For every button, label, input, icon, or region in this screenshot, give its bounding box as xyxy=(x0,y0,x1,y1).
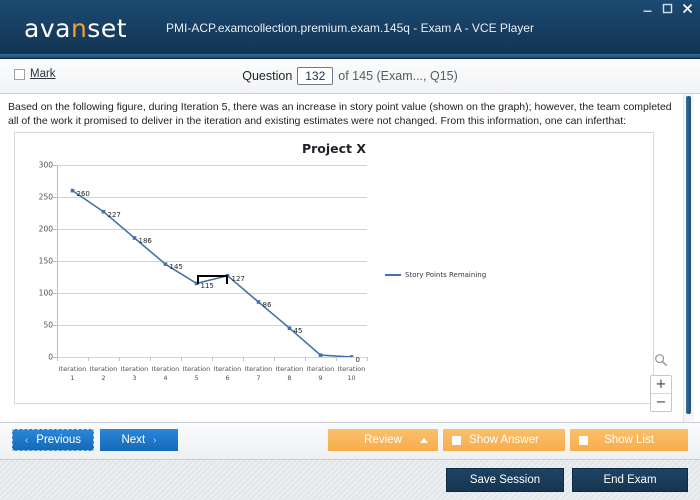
footer-bar: Save Session End Exam xyxy=(0,460,700,500)
chart-x-axis-tick-label: Iteration 7 xyxy=(244,365,273,382)
square-icon xyxy=(579,435,588,445)
show-list-button[interactable]: Show List xyxy=(570,429,688,451)
square-icon xyxy=(452,435,461,445)
scrollbar-thumb[interactable] xyxy=(686,96,691,414)
question-counter: Question 132 of 145 (Exam..., Q15) xyxy=(0,67,700,85)
chart-data-label: 145 xyxy=(169,263,183,272)
close-icon[interactable] xyxy=(681,2,694,15)
previous-button-label: Previous xyxy=(36,434,82,446)
logo-text-first: ava xyxy=(24,14,71,43)
chart-y-axis-labels: 0 50 100 150 200 250 300 xyxy=(23,161,53,362)
chart-data-label: 86 xyxy=(262,300,272,309)
chevron-up-icon xyxy=(420,437,428,443)
chart-x-axis-tick-label: Iteration 3 xyxy=(120,365,149,382)
question-word-label: Question xyxy=(242,69,293,83)
search-icon xyxy=(654,353,668,372)
chart-y-axis-tick-label: 150 xyxy=(38,256,53,266)
chart-data-label: 227 xyxy=(107,210,121,219)
chart-x-axis-tick-label: Iteration 1 xyxy=(58,365,87,382)
chevron-right-icon: › xyxy=(153,434,157,446)
legend-label-story-points: Story Points Remaining xyxy=(405,271,487,279)
review-button-label: Review xyxy=(364,434,402,446)
chart-y-axis-tick-label: 200 xyxy=(38,224,53,234)
show-answer-button[interactable]: Show Answer xyxy=(443,429,565,451)
chart-x-axis-tick-label: Iteration 6 xyxy=(213,365,242,382)
window-controls xyxy=(641,2,694,15)
chart-title: Project X xyxy=(301,141,367,156)
minimize-icon[interactable] xyxy=(641,2,654,15)
vce-player-window: avanset PMI-ACP.examcollection.premium.e… xyxy=(0,0,700,500)
next-button-label: Next xyxy=(121,434,146,446)
chart-figure: Project X 0 50 100 150 200 250 300 260 227 186 14… xyxy=(14,132,654,404)
chart-legend: Story Points Remaining xyxy=(385,271,486,279)
chart-plot-area: 260 227 186 145 115 127 86 45 0 xyxy=(53,165,368,364)
title-bar: avanset PMI-ACP.examcollection.premium.e… xyxy=(0,0,700,59)
next-button[interactable]: Next › xyxy=(100,429,178,451)
logo-text-last: set xyxy=(87,14,128,43)
chart-data-label: 260 xyxy=(76,189,90,198)
chart-x-axis-tick-label: Iteration 2 xyxy=(89,365,118,382)
chart-data-label: 186 xyxy=(138,236,152,245)
question-number-input[interactable]: 132 xyxy=(297,67,334,85)
show-list-button-label: Show List xyxy=(604,434,654,446)
zoom-button-group: + − xyxy=(650,375,672,412)
question-bar: Mark Question 132 of 145 (Exam..., Q15) xyxy=(0,59,700,94)
chart-y-axis-tick-label: 100 xyxy=(38,288,53,298)
logo-accent-letter: n xyxy=(70,14,88,43)
action-bar: ‹ Previous Next › Review Show Answer Sho… xyxy=(0,423,700,460)
chart-annotation-bracket xyxy=(196,274,228,285)
chart-x-axis-tick-label: Iteration 4 xyxy=(151,365,180,382)
chart-x-axis-tick-label: Iteration 8 xyxy=(275,365,304,382)
zoom-out-button[interactable]: − xyxy=(651,394,671,411)
chart-data-label: 127 xyxy=(231,274,245,283)
chart-x-axis-tick-label: Iteration 5 xyxy=(182,365,211,382)
question-body-panel: Based on the following figure, during It… xyxy=(0,94,700,423)
question-text: Based on the following figure, during It… xyxy=(8,101,672,127)
chart-y-axis-tick-label: 50 xyxy=(43,320,53,330)
chart-data-label: 45 xyxy=(293,327,303,336)
chart-y-axis-tick-label: 250 xyxy=(38,192,53,202)
review-button[interactable]: Review xyxy=(328,429,438,451)
end-exam-button[interactable]: End Exam xyxy=(572,468,688,492)
chart-zoom-widget: + − xyxy=(648,353,674,412)
chart-x-axis-tick-label: Iteration 10 xyxy=(337,365,366,382)
show-answer-button-label: Show Answer xyxy=(469,434,539,446)
zoom-in-button[interactable]: + xyxy=(651,376,671,394)
chart-x-tick xyxy=(367,357,368,361)
vertical-scrollbar[interactable] xyxy=(683,94,694,422)
save-session-button[interactable]: Save Session xyxy=(446,468,564,492)
chart-series-story-points xyxy=(70,188,354,357)
chevron-left-icon: ‹ xyxy=(24,434,29,446)
question-total-label: of 145 (Exam..., Q15) xyxy=(338,69,458,83)
chart-y-axis-tick-label: 300 xyxy=(38,160,53,170)
legend-swatch-story-points xyxy=(385,274,401,276)
maximize-icon[interactable] xyxy=(661,2,674,15)
chart-x-axis-labels: Iteration 1 Iteration 2 Iteration 3 Iteration 4… xyxy=(57,361,367,391)
previous-button[interactable]: ‹ Previous xyxy=(12,429,94,451)
chart-x-axis-tick-label: Iteration 9 xyxy=(306,365,335,382)
avanset-logo: avanset xyxy=(24,14,127,44)
